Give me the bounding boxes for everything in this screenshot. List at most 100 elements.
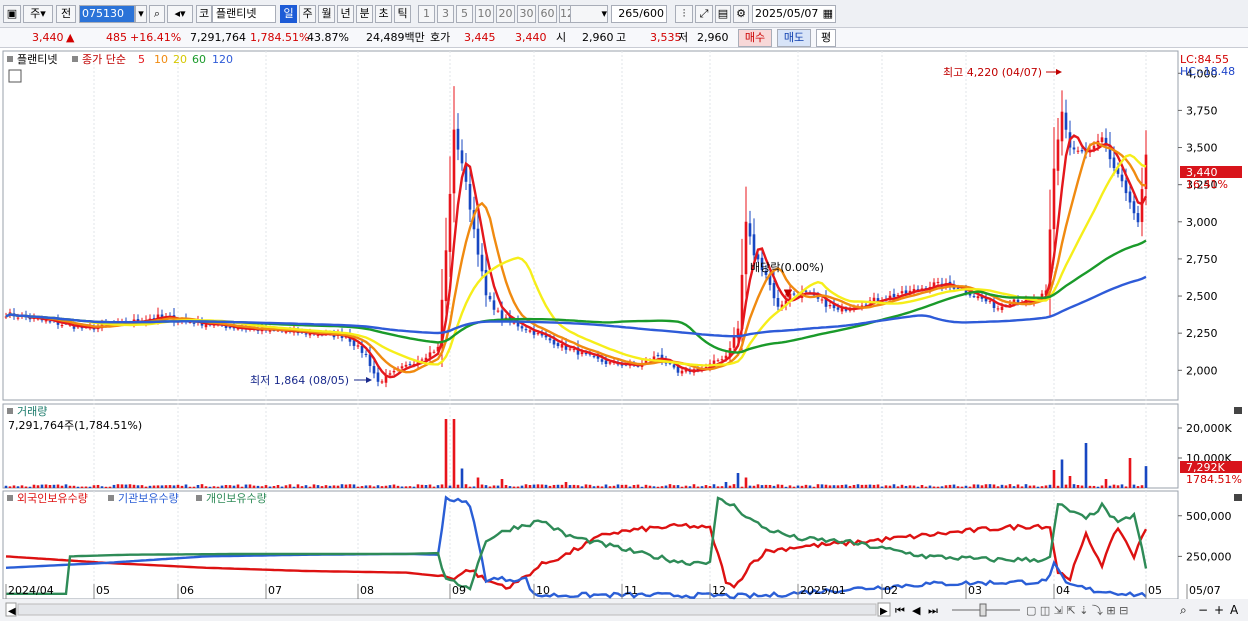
volume-bar (572, 484, 576, 488)
candle-body (680, 370, 684, 374)
interval-30-button[interactable]: 30 (517, 5, 536, 23)
font-size-icon[interactable]: A (1230, 603, 1239, 617)
candle-body (568, 348, 572, 350)
volume-bar (792, 486, 796, 488)
candle-body (468, 183, 472, 210)
timeframe-6-button[interactable]: 틱 (394, 5, 411, 23)
volume-bar (1056, 485, 1060, 488)
timeframe-2-button[interactable]: 월 (318, 5, 335, 23)
interval-input[interactable]: ▾ (570, 5, 608, 23)
volume-bar (920, 485, 924, 488)
volume-bar (1124, 486, 1128, 488)
volume-bar (656, 486, 660, 488)
candle-body (496, 310, 500, 312)
volume-panel-close-icon[interactable] (1234, 407, 1242, 414)
timeframe-0-button[interactable]: 일 (280, 5, 297, 23)
volume-bar (504, 485, 508, 488)
plus-icon[interactable]: + (1214, 603, 1224, 617)
zoom-slider-handle[interactable] (979, 603, 987, 617)
candle-body (460, 150, 464, 164)
volume-title[interactable]: 거래량 (17, 405, 47, 418)
interval-60-button[interactable]: 60 (538, 5, 557, 23)
interval-3-button[interactable]: 3 (437, 5, 454, 23)
next-page-icon[interactable]: ⏭ (928, 604, 938, 617)
ma5-label[interactable]: 5 (138, 53, 145, 66)
period-type-select[interactable]: 주▾ (23, 5, 53, 23)
prev-button[interactable]: 전 (56, 5, 76, 23)
holdings-panel-close-icon[interactable] (1234, 494, 1242, 501)
volume-bar (1020, 486, 1024, 488)
buy-button[interactable]: 매수 (738, 29, 772, 47)
avg-button[interactable]: 평 (816, 29, 836, 47)
interval-20-button[interactable]: 20 (496, 5, 515, 23)
volume-bar (304, 485, 308, 488)
price-panel-stock-label[interactable]: 플랜티넷 (17, 53, 57, 66)
date-field[interactable]: 2025/05/07 ▦ (752, 5, 836, 23)
layout-icon[interactable]: ▣ (3, 5, 21, 23)
ma10-label[interactable]: 10 (154, 53, 168, 66)
volume-bar (772, 485, 776, 488)
count-field[interactable]: 265/600 (611, 5, 667, 23)
timeframe-4-button[interactable]: 분 (356, 5, 373, 23)
grid-toggle-icon[interactable] (8, 69, 22, 83)
candle-icon[interactable]: ⫶ (675, 5, 693, 23)
ma-label[interactable]: 종가 단순 (82, 53, 126, 66)
scroll-left-icon: ◀ (8, 606, 16, 617)
ma60-label[interactable]: 60 (192, 53, 206, 66)
volume-bar (12, 485, 16, 488)
save-icon[interactable]: ▤ (715, 5, 731, 23)
interval-1-button[interactable]: 1 (418, 5, 435, 23)
volume-bar (928, 485, 932, 488)
gear-icon[interactable]: ⚙ (733, 5, 749, 23)
volume-bar (68, 485, 72, 488)
volume-bar (420, 484, 424, 488)
ma20-label[interactable]: 20 (173, 53, 187, 66)
candle-body (388, 373, 392, 375)
calendar-icon[interactable]: ▦ (823, 6, 833, 22)
ma120-label[interactable]: 120 (212, 53, 233, 66)
volume-bar (356, 486, 360, 488)
volume-bar (164, 485, 168, 488)
volume-bar (1072, 484, 1076, 488)
volume-bar (640, 486, 644, 488)
volume-bar (1000, 484, 1004, 488)
interval-10-button[interactable]: 10 (475, 5, 494, 23)
chart-area[interactable]: 4,0003,7503,5003,2503,0002,7502,5002,250… (0, 48, 1248, 621)
candle-body (560, 344, 564, 348)
volume-bar (284, 485, 288, 488)
speaker-icon[interactable]: ◂▾ (167, 5, 193, 23)
x-axis-label: 04 (1056, 584, 1070, 597)
scrollbar-track[interactable] (17, 603, 877, 616)
x-axis-label: 2024/04 (8, 584, 54, 597)
volume-bar (652, 486, 656, 488)
timeframe-1-button[interactable]: 주 (299, 5, 316, 23)
volume-bar (192, 486, 196, 488)
stock-name-field[interactable]: 플랜티넷 (212, 5, 276, 23)
volume-bar (452, 419, 456, 488)
search-icon[interactable]: ⌕ (149, 5, 165, 23)
candle-body (572, 349, 576, 351)
zoom-icon[interactable]: ⌕ (1180, 603, 1187, 617)
timeframe-5-button[interactable]: 초 (375, 5, 392, 23)
volume-bar (876, 484, 880, 488)
timeframe-3-button[interactable]: 년 (337, 5, 354, 23)
prev-page-icon[interactable]: ◀ (912, 604, 921, 617)
tool-icons[interactable]: ▢ ◫ ⇲ ⇱ ⇣ ⤵ ⊞ ⊟ (1026, 604, 1128, 617)
candle-body (996, 308, 1000, 310)
code-dropdown-icon[interactable]: ▾ (135, 5, 147, 23)
volume-bar (32, 484, 36, 488)
stock-code-input[interactable]: 075130 (79, 5, 135, 23)
volume-bar (548, 485, 552, 488)
interval-5-button[interactable]: 5 (456, 5, 473, 23)
sell-button[interactable]: 매도 (777, 29, 811, 47)
individual-legend[interactable]: 개인보유수량 (206, 492, 267, 505)
crosshair-icon[interactable]: ⤢ (695, 5, 713, 23)
first-page-icon[interactable]: ⏮ (895, 604, 905, 617)
volume-bar (632, 484, 636, 488)
minus-icon[interactable]: − (1198, 603, 1208, 617)
foreign-legend[interactable]: 외국인보유수량 (17, 492, 88, 505)
candle-body (192, 322, 196, 324)
volume-bar (512, 486, 516, 488)
institution-legend[interactable]: 기관보유수량 (118, 492, 179, 505)
volume-bar (424, 485, 428, 488)
